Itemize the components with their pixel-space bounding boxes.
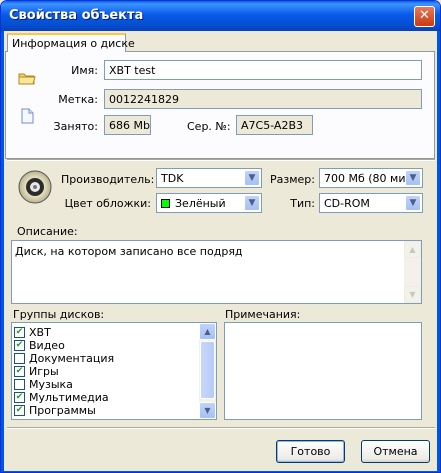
list-item[interactable]: ✔ Программы bbox=[14, 404, 114, 417]
description-label: Описание: bbox=[17, 225, 78, 238]
close-icon: ✕ bbox=[419, 8, 430, 23]
cancel-button[interactable]: Отмена bbox=[361, 440, 430, 463]
list-item[interactable]: Документация bbox=[14, 352, 114, 365]
group-label: Мультимедиа bbox=[29, 391, 109, 404]
used-label: Занято: bbox=[53, 120, 98, 133]
type-select[interactable]: CD-ROM ▼ bbox=[319, 193, 423, 213]
list-item[interactable]: ✔ Мультимедиа bbox=[14, 391, 114, 404]
maker-label: Производитель: bbox=[61, 173, 155, 186]
file-icon bbox=[21, 108, 34, 124]
list-item[interactable]: ✔ XBT bbox=[14, 326, 114, 339]
chevron-down-icon[interactable]: ▼ bbox=[405, 195, 421, 211]
chevron-down-icon[interactable]: ▼ bbox=[405, 170, 421, 186]
groups-scrollbar[interactable]: ▲ ▼ bbox=[199, 323, 216, 419]
maker-value: TDK bbox=[161, 172, 184, 185]
notes-label: Примечания: bbox=[225, 308, 301, 321]
group-label: XBT bbox=[29, 326, 51, 339]
checkbox[interactable] bbox=[14, 353, 25, 364]
size-select[interactable]: 700 Мб (80 мин) ▼ bbox=[319, 168, 423, 188]
size-label: Размер: bbox=[270, 173, 315, 186]
color-swatch bbox=[161, 199, 170, 208]
cd-disc-icon bbox=[18, 170, 52, 204]
serial-field: A7C5-A2B3 bbox=[236, 115, 313, 135]
group-label: Видео bbox=[29, 339, 65, 352]
name-field[interactable]: XBT test bbox=[104, 60, 422, 80]
separator bbox=[7, 427, 435, 429]
title-bar[interactable]: Свойства объекта ✕ bbox=[1, 1, 440, 31]
group-label: Программы bbox=[29, 404, 96, 417]
description-text: Диск, на котором записано все подряд bbox=[15, 245, 243, 258]
tag-field: 0012241829 bbox=[104, 89, 422, 109]
close-button[interactable]: ✕ bbox=[414, 6, 435, 27]
checkbox[interactable]: ✔ bbox=[14, 340, 25, 351]
groups-checklist: ✔ XBT ✔ Видео Документация ✔ Игры Музыка ✔ М… bbox=[14, 326, 114, 417]
list-item[interactable]: Музыка bbox=[14, 378, 114, 391]
scroll-up-icon[interactable]: ▲ bbox=[199, 323, 216, 340]
tab-disk-info[interactable]: Информация о диске bbox=[7, 33, 135, 52]
group-label: Документация bbox=[29, 352, 115, 365]
cover-value: Зелёный bbox=[175, 197, 226, 210]
chevron-down-icon[interactable]: ▼ bbox=[244, 195, 260, 211]
list-item[interactable]: ✔ Видео bbox=[14, 339, 114, 352]
separator bbox=[7, 159, 435, 161]
scroll-down-icon[interactable]: ▼ bbox=[199, 402, 216, 419]
description-textarea[interactable]: Диск, на котором записано все подряд ▲ ▼ bbox=[11, 240, 422, 304]
cover-label: Цвет обложки: bbox=[64, 197, 151, 210]
group-label: Музыка bbox=[29, 378, 73, 391]
scroll-thumb[interactable] bbox=[200, 341, 215, 399]
used-field: 686 Mb bbox=[104, 115, 151, 135]
scroll-up-icon[interactable]: ▲ bbox=[404, 241, 421, 258]
type-label: Тип: bbox=[290, 197, 315, 210]
tab-label: Информация о диске bbox=[12, 37, 135, 50]
ok-button[interactable]: Готово bbox=[276, 440, 345, 463]
cover-color-select[interactable]: Зелёный ▼ bbox=[156, 193, 262, 213]
window-title: Свойства объекта bbox=[9, 8, 144, 23]
tab-panel-disk-info: Имя: XBT test Метка: 0012241829 Занято: … bbox=[5, 51, 435, 159]
type-value: CD-ROM bbox=[324, 197, 370, 210]
checkbox[interactable]: ✔ bbox=[14, 327, 25, 338]
serial-label: Сер. №: bbox=[187, 120, 231, 133]
chevron-down-icon[interactable]: ▼ bbox=[244, 170, 260, 186]
size-value: 700 Мб (80 мин) bbox=[324, 172, 417, 185]
description-scrollbar[interactable]: ▲ ▼ bbox=[404, 241, 421, 303]
tag-label: Метка: bbox=[58, 93, 98, 106]
groups-list[interactable]: ✔ XBT ✔ Видео Документация ✔ Игры Музыка ✔ М… bbox=[11, 322, 217, 420]
properties-window: Свойства объекта ✕ Информация о диске Им… bbox=[0, 0, 441, 473]
scroll-down-icon[interactable]: ▼ bbox=[404, 286, 421, 303]
list-item[interactable]: ✔ Игры bbox=[14, 365, 114, 378]
checkbox[interactable]: ✔ bbox=[14, 366, 25, 377]
folder-icon bbox=[18, 73, 36, 85]
group-label: Игры bbox=[29, 365, 59, 378]
checkbox[interactable]: ✔ bbox=[14, 405, 25, 416]
name-label: Имя: bbox=[71, 64, 98, 77]
groups-label: Группы дисков: bbox=[13, 308, 105, 321]
checkbox[interactable] bbox=[14, 379, 25, 390]
maker-select[interactable]: TDK ▼ bbox=[156, 168, 262, 188]
notes-textarea[interactable] bbox=[224, 322, 422, 420]
checkbox[interactable]: ✔ bbox=[14, 392, 25, 403]
